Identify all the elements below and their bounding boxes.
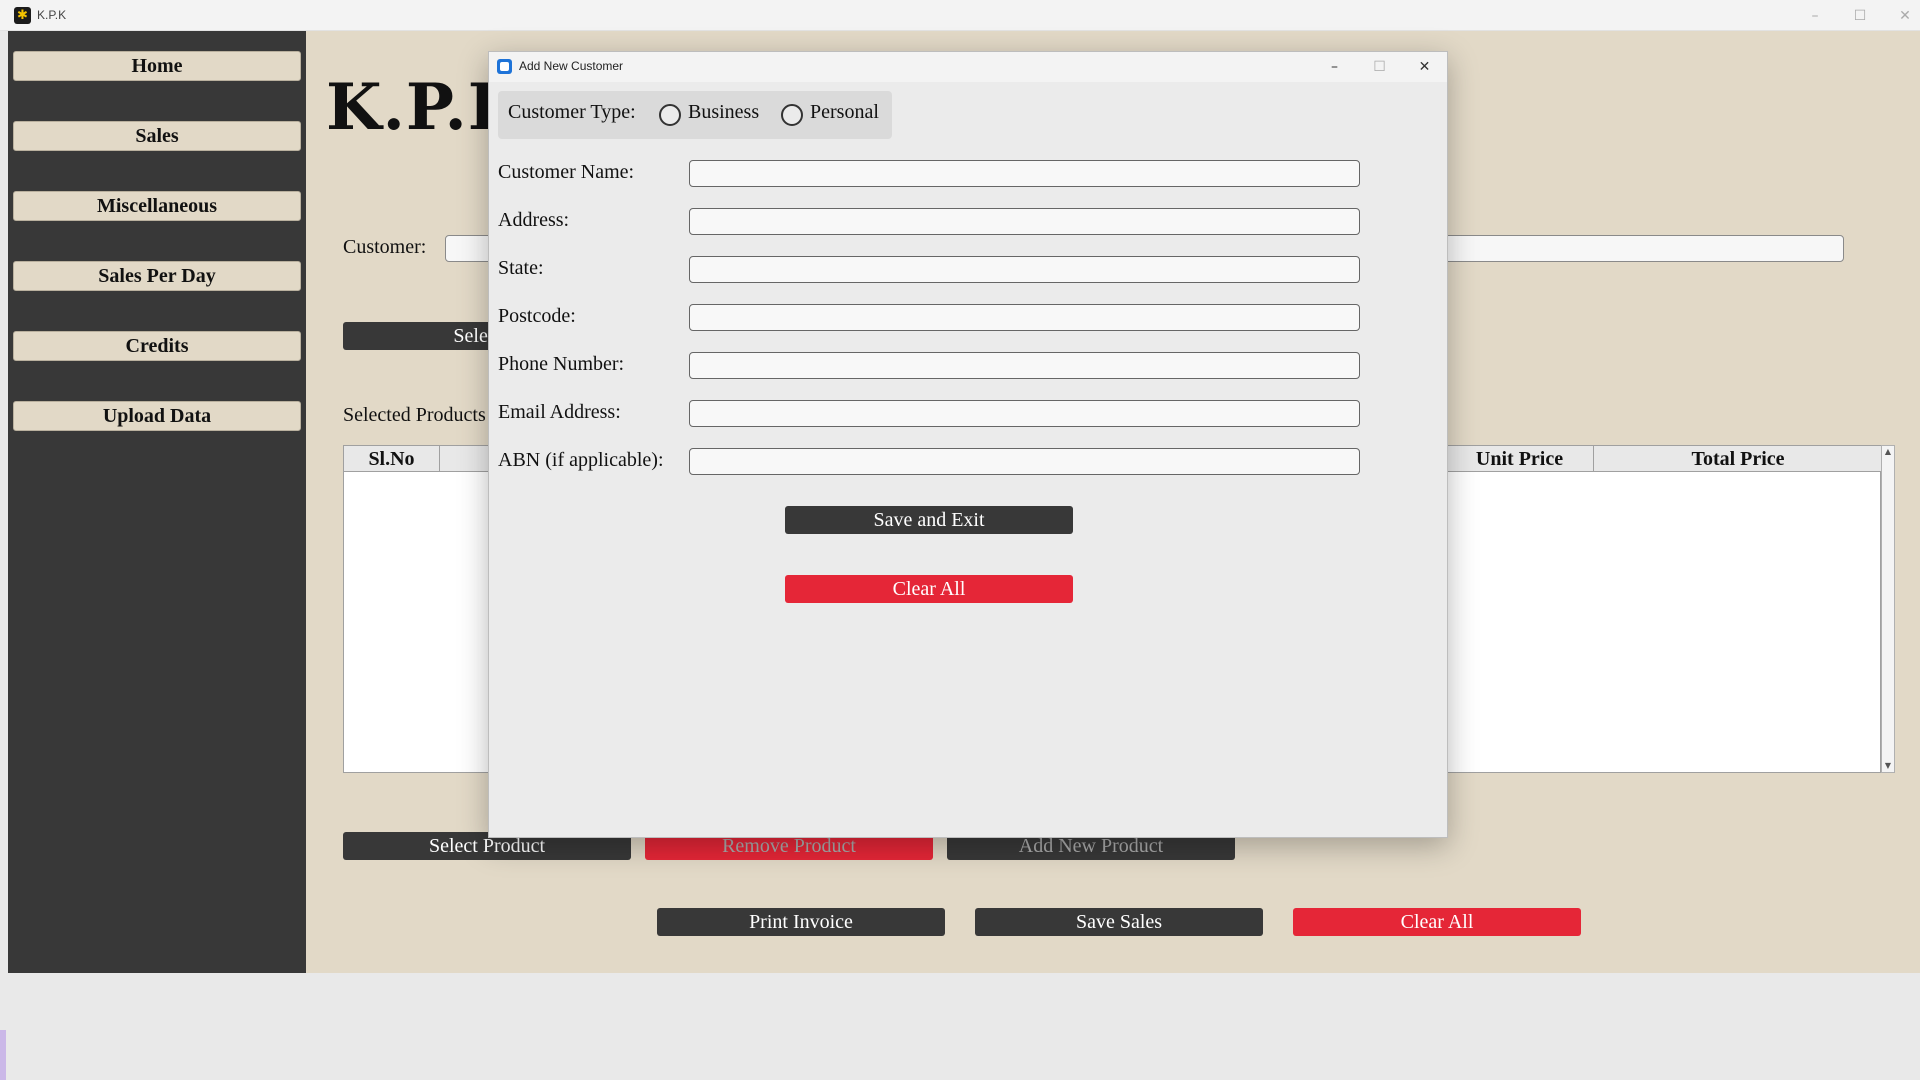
postcode-label: Postcode: [498,305,576,327]
nav-credits-button[interactable]: Credits [13,331,301,361]
nav-sales-button[interactable]: Sales [13,121,301,151]
dialog-clear-all-button[interactable]: Clear All [785,575,1073,603]
abn-field[interactable] [689,448,1360,475]
phone-number-label: Phone Number: [498,353,625,375]
main-clear-all-button[interactable]: Clear All [1293,908,1581,936]
state-field[interactable] [689,256,1360,283]
dialog-title: Add New Customer [519,59,624,73]
address-label: Address: [498,209,570,231]
abn-label: ABN (if applicable): [498,449,664,471]
maximize-button[interactable]: ☐ [1837,0,1883,31]
main-titlebar: ✱ K.P.K – ☐ ✕ [0,0,1920,31]
dialog-close-button[interactable]: ✕ [1402,52,1447,82]
selected-products-label: Selected Products [343,404,486,426]
table-scrollbar[interactable]: ▲ ▼ [1881,445,1895,773]
nav-miscellaneous-button[interactable]: Miscellaneous [13,191,301,221]
nav-upload-data-button[interactable]: Upload Data [13,401,301,431]
column-header-total-price[interactable]: Total Price [1594,446,1882,472]
dialog-maximize-button[interactable]: ☐ [1357,52,1402,82]
personal-radio[interactable] [781,104,803,126]
save-sales-button[interactable]: Save Sales [975,908,1263,936]
postcode-field[interactable] [689,304,1360,331]
scroll-down-icon[interactable]: ▼ [1882,760,1894,772]
window-edge [0,31,8,1080]
nav-sales-per-day-button[interactable]: Sales Per Day [13,261,301,291]
business-radio[interactable] [659,104,681,126]
scroll-up-icon[interactable]: ▲ [1882,446,1894,458]
phone-number-field[interactable] [689,352,1360,379]
app-logo-icon: ✱ [14,7,31,24]
sidebar: Home Sales Miscellaneous Sales Per Day C… [8,31,306,973]
customer-type-group: Customer Type: Business Personal [498,91,892,139]
personal-radio-label[interactable]: Personal [810,101,879,124]
window-icon [497,59,512,74]
customer-type-label: Customer Type: [508,101,636,123]
column-header-unit-price[interactable]: Unit Price [1445,446,1594,472]
bottom-empty-area [8,973,1920,1080]
customer-name-field[interactable] [689,160,1360,187]
column-header-product[interactable] [440,446,490,472]
customer-label: Customer: [343,236,427,258]
dialog-minimize-button[interactable]: – [1312,52,1357,82]
add-customer-dialog: Add New Customer – ☐ ✕ Customer Type: Bu… [488,51,1448,838]
column-header-sl-no[interactable]: Sl.No [344,446,440,472]
business-radio-label[interactable]: Business [688,101,759,124]
save-and-exit-button[interactable]: Save and Exit [785,506,1073,534]
print-invoice-button[interactable]: Print Invoice [657,908,945,936]
email-address-label: Email Address: [498,401,621,423]
address-field[interactable] [689,208,1360,235]
window-title: K.P.K [37,8,67,22]
customer-name-label: Customer Name: [498,161,635,183]
dialog-titlebar: Add New Customer – ☐ ✕ [489,52,1447,82]
minimize-button[interactable]: – [1792,0,1838,31]
desktop-accent [0,1030,6,1080]
state-label: State: [498,257,544,279]
close-button[interactable]: ✕ [1882,0,1920,31]
nav-home-button[interactable]: Home [13,51,301,81]
email-address-field[interactable] [689,400,1360,427]
